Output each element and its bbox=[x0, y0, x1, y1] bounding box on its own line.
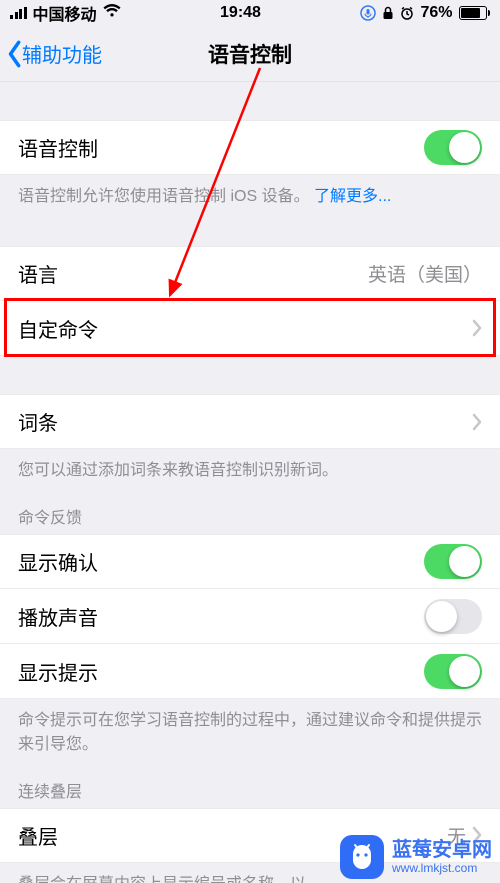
battery-icon bbox=[459, 6, 491, 20]
lock-icon bbox=[382, 6, 394, 20]
overlay-section-header: 连续叠层 bbox=[0, 756, 500, 808]
voice-control-row[interactable]: 语音控制 bbox=[0, 120, 500, 175]
language-value: 英语（美国） bbox=[368, 260, 482, 287]
language-row[interactable]: 语言 英语（美国） bbox=[0, 246, 500, 301]
feedback-footer: 命令提示可在您学习语音控制的过程中，通过建议命令和提供提示来引导您。 bbox=[0, 699, 500, 755]
show-hints-row[interactable]: 显示提示 bbox=[0, 644, 500, 699]
custom-commands-row[interactable]: 自定命令 bbox=[0, 301, 500, 356]
status-left: 中国移动 bbox=[10, 1, 121, 25]
status-right: 76% bbox=[360, 4, 490, 22]
cellular-signal-icon bbox=[10, 7, 27, 19]
voice-control-footer: 语音控制允许您使用语音控制 iOS 设备。 了解更多... bbox=[0, 175, 500, 208]
back-button[interactable]: 辅助功能 bbox=[6, 39, 102, 68]
show-confirmation-row[interactable]: 显示确认 bbox=[0, 534, 500, 589]
chevron-left-icon bbox=[6, 40, 22, 68]
watermark-name: 蓝莓安卓网 bbox=[392, 839, 492, 861]
chevron-right-icon bbox=[472, 413, 482, 431]
vocabulary-label: 词条 bbox=[18, 407, 58, 436]
show-confirmation-toggle[interactable] bbox=[424, 544, 482, 579]
chevron-right-icon bbox=[472, 319, 482, 337]
voice-indicator-icon bbox=[360, 5, 376, 21]
nav-bar: 辅助功能 语音控制 bbox=[0, 26, 500, 82]
page-title: 语音控制 bbox=[208, 39, 292, 69]
play-sound-toggle[interactable] bbox=[424, 599, 482, 634]
voice-control-label: 语音控制 bbox=[18, 133, 98, 162]
voice-control-toggle[interactable] bbox=[424, 130, 482, 165]
language-label: 语言 bbox=[18, 259, 58, 288]
show-hints-label: 显示提示 bbox=[18, 657, 98, 686]
play-sound-row[interactable]: 播放声音 bbox=[0, 589, 500, 644]
feedback-section-header: 命令反馈 bbox=[0, 482, 500, 534]
back-label: 辅助功能 bbox=[22, 39, 102, 68]
show-hints-toggle[interactable] bbox=[424, 654, 482, 689]
show-confirmation-label: 显示确认 bbox=[18, 547, 98, 576]
play-sound-label: 播放声音 bbox=[18, 602, 98, 631]
carrier-label: 中国移动 bbox=[33, 1, 97, 25]
status-bar: 中国移动 19:48 76% bbox=[0, 0, 500, 26]
overlay-label: 叠层 bbox=[18, 821, 58, 850]
watermark: 蓝莓安卓网 www.lmkjst.com bbox=[340, 835, 492, 879]
watermark-url: www.lmkjst.com bbox=[392, 861, 492, 875]
vocabulary-row[interactable]: 词条 bbox=[0, 394, 500, 449]
learn-more-link[interactable]: 了解更多... bbox=[314, 188, 391, 205]
watermark-logo-icon bbox=[340, 835, 384, 879]
custom-commands-label: 自定命令 bbox=[18, 314, 98, 343]
vocabulary-footer: 您可以通过添加词条来教语音控制识别新词。 bbox=[0, 449, 500, 482]
status-time: 19:48 bbox=[220, 4, 261, 22]
wifi-icon bbox=[103, 4, 121, 23]
battery-percent: 76% bbox=[420, 4, 452, 22]
alarm-icon bbox=[400, 6, 414, 20]
